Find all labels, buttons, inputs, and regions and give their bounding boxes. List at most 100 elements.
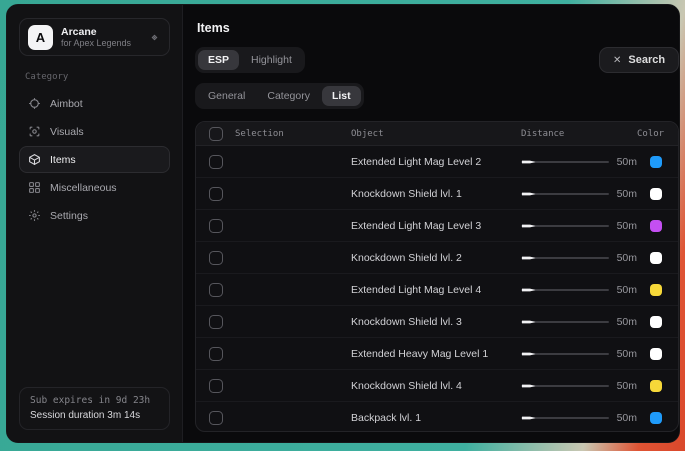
slider-thumb-icon[interactable] bbox=[522, 382, 537, 390]
row-checkbox[interactable] bbox=[209, 411, 223, 425]
distance-value: 50m bbox=[617, 252, 637, 264]
row-checkbox[interactable] bbox=[209, 379, 223, 393]
sidebar-item-visuals[interactable]: Visuals bbox=[19, 118, 170, 145]
app-window: A Arcane for Apex Legends Category Aimbo… bbox=[6, 4, 680, 443]
table-row: Knockdown Shield lvl. 450m bbox=[196, 370, 678, 402]
distance-value: 50m bbox=[617, 188, 637, 200]
table-row: Extended Light Mag Level 2 50m bbox=[196, 146, 678, 178]
color-swatch[interactable] bbox=[650, 220, 662, 232]
column-header-object: Object bbox=[351, 129, 521, 139]
subtab-general[interactable]: General bbox=[198, 86, 255, 106]
sidebar: A Arcane for Apex Legends Category Aimbo… bbox=[7, 5, 183, 442]
distance-slider[interactable] bbox=[521, 285, 609, 295]
sidebar-item-label: Aimbot bbox=[50, 98, 83, 110]
color-swatch[interactable] bbox=[650, 348, 662, 360]
main-panel: Items ESPHighlight ✕ Search GeneralCateg… bbox=[183, 5, 680, 442]
distance-slider[interactable] bbox=[521, 253, 609, 263]
distance-value: 50m bbox=[617, 412, 637, 424]
object-name: Knockdown Shield lvl. 3 bbox=[351, 316, 521, 328]
slider-thumb-icon[interactable] bbox=[522, 350, 537, 358]
box-icon bbox=[28, 153, 41, 166]
gear-icon bbox=[28, 209, 41, 222]
slider-thumb-icon[interactable] bbox=[522, 222, 537, 230]
color-swatch[interactable] bbox=[650, 188, 662, 200]
page-title: Items bbox=[197, 21, 679, 35]
column-header-color: Color bbox=[637, 129, 678, 139]
tab-esp[interactable]: ESP bbox=[198, 50, 239, 70]
slider-thumb-icon[interactable] bbox=[522, 286, 537, 294]
object-name: Knockdown Shield lvl. 1 bbox=[351, 188, 521, 200]
row-checkbox[interactable] bbox=[209, 315, 223, 329]
row-checkbox[interactable] bbox=[209, 283, 223, 297]
table-header: Selection Object Distance Color bbox=[196, 122, 678, 146]
subtab-list[interactable]: List bbox=[322, 86, 361, 106]
object-name: Extended Heavy Mag Level 1 bbox=[351, 348, 521, 360]
sidebar-item-miscellaneous[interactable]: Miscellaneous bbox=[19, 174, 170, 201]
sidebar-item-settings[interactable]: Settings bbox=[19, 202, 170, 229]
mode-tabs: ESPHighlight bbox=[195, 47, 305, 73]
object-name: Backpack lvl. 1 bbox=[351, 412, 521, 424]
object-name: Extended Light Mag Level 2 bbox=[351, 156, 521, 168]
table-body: Extended Light Mag Level 250mKnockdown S… bbox=[196, 146, 678, 432]
table-row: Extended Light Mag Level 4 50m bbox=[196, 274, 678, 306]
distance-slider[interactable] bbox=[521, 381, 609, 391]
sidebar-nav: Aimbot Visuals Items Miscellaneous Settings bbox=[19, 90, 170, 229]
search-button[interactable]: ✕ Search bbox=[599, 47, 679, 73]
object-name: Knockdown Shield lvl. 2 bbox=[351, 252, 521, 264]
slider-thumb-icon[interactable] bbox=[522, 190, 537, 198]
row-checkbox[interactable] bbox=[209, 251, 223, 265]
distance-slider[interactable] bbox=[521, 317, 609, 327]
brand-card: A Arcane for Apex Legends bbox=[19, 18, 170, 56]
distance-slider[interactable] bbox=[521, 349, 609, 359]
distance-value: 50m bbox=[617, 380, 637, 392]
crosshair-icon bbox=[28, 97, 41, 110]
color-swatch[interactable] bbox=[650, 252, 662, 264]
sidebar-item-label: Visuals bbox=[50, 126, 84, 138]
distance-slider[interactable] bbox=[521, 157, 609, 167]
search-button-label: Search bbox=[628, 54, 665, 66]
table-row: Backpack lvl. 1 50m bbox=[196, 402, 678, 432]
distance-value: 50m bbox=[617, 156, 637, 168]
row-checkbox[interactable] bbox=[209, 347, 223, 361]
items-table: Selection Object Distance Color Extended… bbox=[195, 121, 679, 432]
slider-thumb-icon[interactable] bbox=[522, 414, 537, 422]
color-swatch[interactable] bbox=[650, 380, 662, 392]
sidebar-item-label: Miscellaneous bbox=[50, 182, 117, 194]
row-checkbox[interactable] bbox=[209, 155, 223, 169]
sub-expiry-text: Sub expires in 9d 23h bbox=[30, 395, 159, 406]
select-all-checkbox[interactable] bbox=[209, 127, 223, 141]
subtab-category[interactable]: Category bbox=[257, 86, 320, 106]
color-swatch[interactable] bbox=[650, 316, 662, 328]
color-swatch[interactable] bbox=[650, 284, 662, 296]
distance-slider[interactable] bbox=[521, 413, 609, 423]
distance-value: 50m bbox=[617, 316, 637, 328]
slider-thumb-icon[interactable] bbox=[522, 158, 537, 166]
tab-highlight[interactable]: Highlight bbox=[241, 50, 302, 70]
row-checkbox[interactable] bbox=[209, 187, 223, 201]
view-tabs: GeneralCategoryList bbox=[195, 83, 364, 109]
distance-value: 50m bbox=[617, 284, 637, 296]
color-swatch[interactable] bbox=[650, 412, 662, 424]
color-swatch[interactable] bbox=[650, 156, 662, 168]
table-row: Knockdown Shield lvl. 2 50m bbox=[196, 242, 678, 274]
distance-slider[interactable] bbox=[521, 221, 609, 231]
table-row: Extended Heavy Mag Level 150m bbox=[196, 338, 678, 370]
slider-thumb-icon[interactable] bbox=[522, 318, 537, 326]
object-name: Extended Light Mag Level 4 bbox=[351, 284, 521, 296]
session-duration-text: Session duration 3m 14s bbox=[30, 410, 159, 421]
scan-icon bbox=[28, 125, 41, 138]
table-row: Knockdown Shield lvl. 3 50m bbox=[196, 306, 678, 338]
sidebar-item-label: Items bbox=[50, 154, 76, 166]
session-info-card: Sub expires in 9d 23h Session duration 3… bbox=[19, 387, 170, 430]
row-checkbox[interactable] bbox=[209, 219, 223, 233]
sidebar-item-aimbot[interactable]: Aimbot bbox=[19, 90, 170, 117]
slider-thumb-icon[interactable] bbox=[522, 254, 537, 262]
sidebar-item-label: Settings bbox=[50, 210, 88, 222]
sidebar-item-items[interactable]: Items bbox=[19, 146, 170, 173]
table-row: Knockdown Shield lvl. 1 50m bbox=[196, 178, 678, 210]
column-header-distance: Distance bbox=[521, 129, 637, 139]
distance-slider[interactable] bbox=[521, 189, 609, 199]
object-name: Extended Light Mag Level 3 bbox=[351, 220, 521, 232]
shield-icon bbox=[148, 31, 161, 44]
table-row: Extended Light Mag Level 350m bbox=[196, 210, 678, 242]
